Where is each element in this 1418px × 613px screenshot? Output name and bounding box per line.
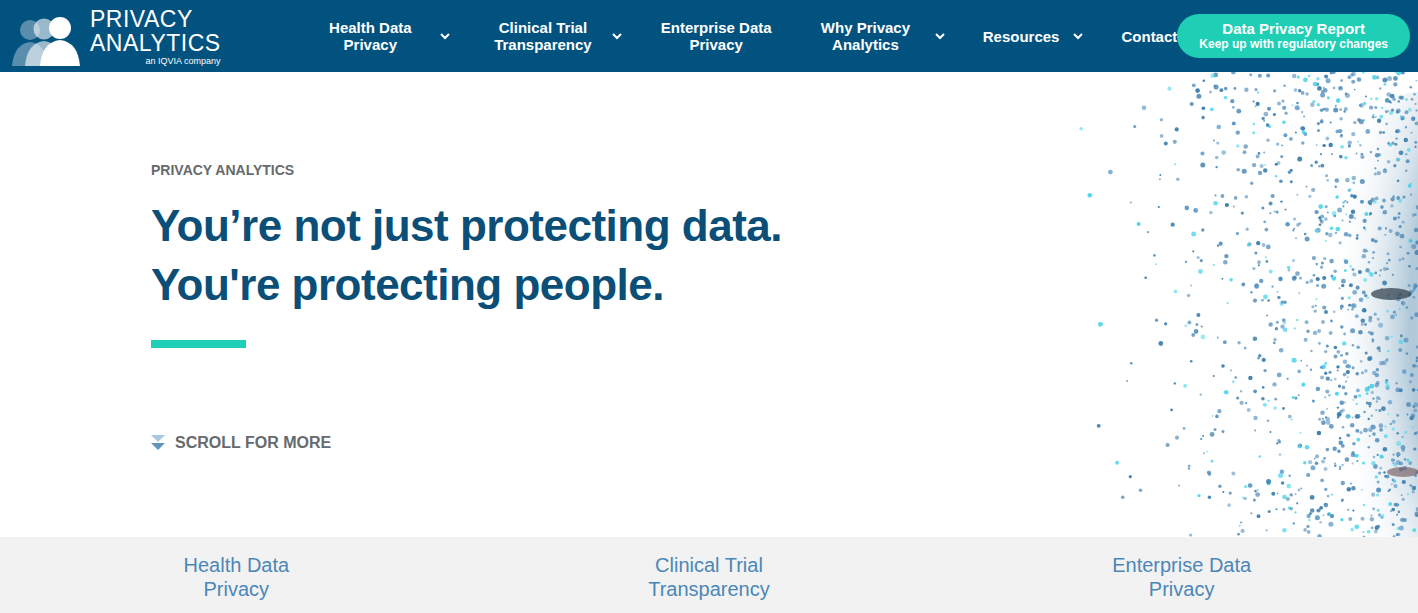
top-bar: PRIVACYANALYTICS an IQVIA company Health D…: [0, 0, 1418, 72]
nav-label: Why Privacy Analytics: [810, 19, 921, 53]
page: PRIVACYANALYTICS an IQVIA company Health D…: [0, 0, 1418, 613]
people-silhouette-icon: [10, 16, 88, 66]
nav-label: Resources: [983, 28, 1060, 45]
category-link[interactable]: Health Data Privacy: [161, 553, 311, 601]
report-button-subtitle: Keep up with regulatory changes: [1199, 37, 1388, 52]
main-nav: Health Data Privacy Clinical Trial Transp…: [315, 19, 1177, 53]
category-link[interactable]: Enterprise Data Privacy: [1107, 553, 1257, 601]
chevron-down-icon: [612, 33, 622, 40]
hero-content: PRIVACY ANALYTICS You’re not just protect…: [0, 72, 1073, 537]
accent-bar: [151, 340, 246, 348]
chevron-down-icon: [1073, 33, 1083, 40]
nav-item[interactable]: Contact: [1121, 28, 1177, 45]
logo-line: ANALYTICS: [90, 31, 221, 55]
hero-eyebrow: PRIVACY ANALYTICS: [151, 162, 294, 178]
category-strip: Health Data Privacy Clinical Trial Transp…: [0, 537, 1418, 613]
scroll-link[interactable]: SCROLL FOR MORE: [151, 434, 331, 452]
headline-line: You’re not just protecting data.: [151, 196, 782, 255]
category-link[interactable]: Clinical Trial Transparency: [634, 553, 784, 601]
particle-face-icon: [1073, 72, 1418, 537]
nav-label: Contact: [1121, 28, 1177, 45]
headline-line: You're protecting people.: [151, 255, 782, 314]
nav-item[interactable]: Enterprise Data Privacy: [660, 19, 772, 53]
nav-item[interactable]: Resources: [983, 28, 1084, 45]
logo[interactable]: PRIVACYANALYTICS an IQVIA company: [10, 7, 315, 66]
chevron-down-icon: [440, 33, 450, 40]
scroll-label: SCROLL FOR MORE: [175, 434, 331, 452]
nav-item[interactable]: Why Privacy Analytics: [810, 19, 945, 53]
logo-line: PRIVACY: [90, 7, 221, 31]
report-button[interactable]: Data Privacy ReportKeep up with regulato…: [1177, 14, 1410, 58]
nav-label: Clinical Trial Transparency: [488, 19, 599, 53]
nav-label: Enterprise Data Privacy: [660, 19, 772, 53]
nav-item[interactable]: Health Data Privacy: [315, 19, 450, 53]
hero-image: [1073, 72, 1418, 537]
logo-text: PRIVACYANALYTICS an IQVIA company: [90, 7, 221, 66]
chevron-down-icon: [935, 33, 945, 40]
nav-item[interactable]: Clinical Trial Transparency: [488, 19, 623, 53]
logo-tagline: an IQVIA company: [146, 57, 221, 66]
report-button-title: Data Privacy Report: [1222, 20, 1365, 37]
hero: PRIVACY ANALYTICS You’re not just protect…: [0, 72, 1418, 537]
nav-label: Health Data Privacy: [315, 19, 426, 53]
hero-headline: You’re not just protecting data.You're p…: [151, 196, 782, 314]
double-chevron-down-icon: [151, 434, 165, 452]
